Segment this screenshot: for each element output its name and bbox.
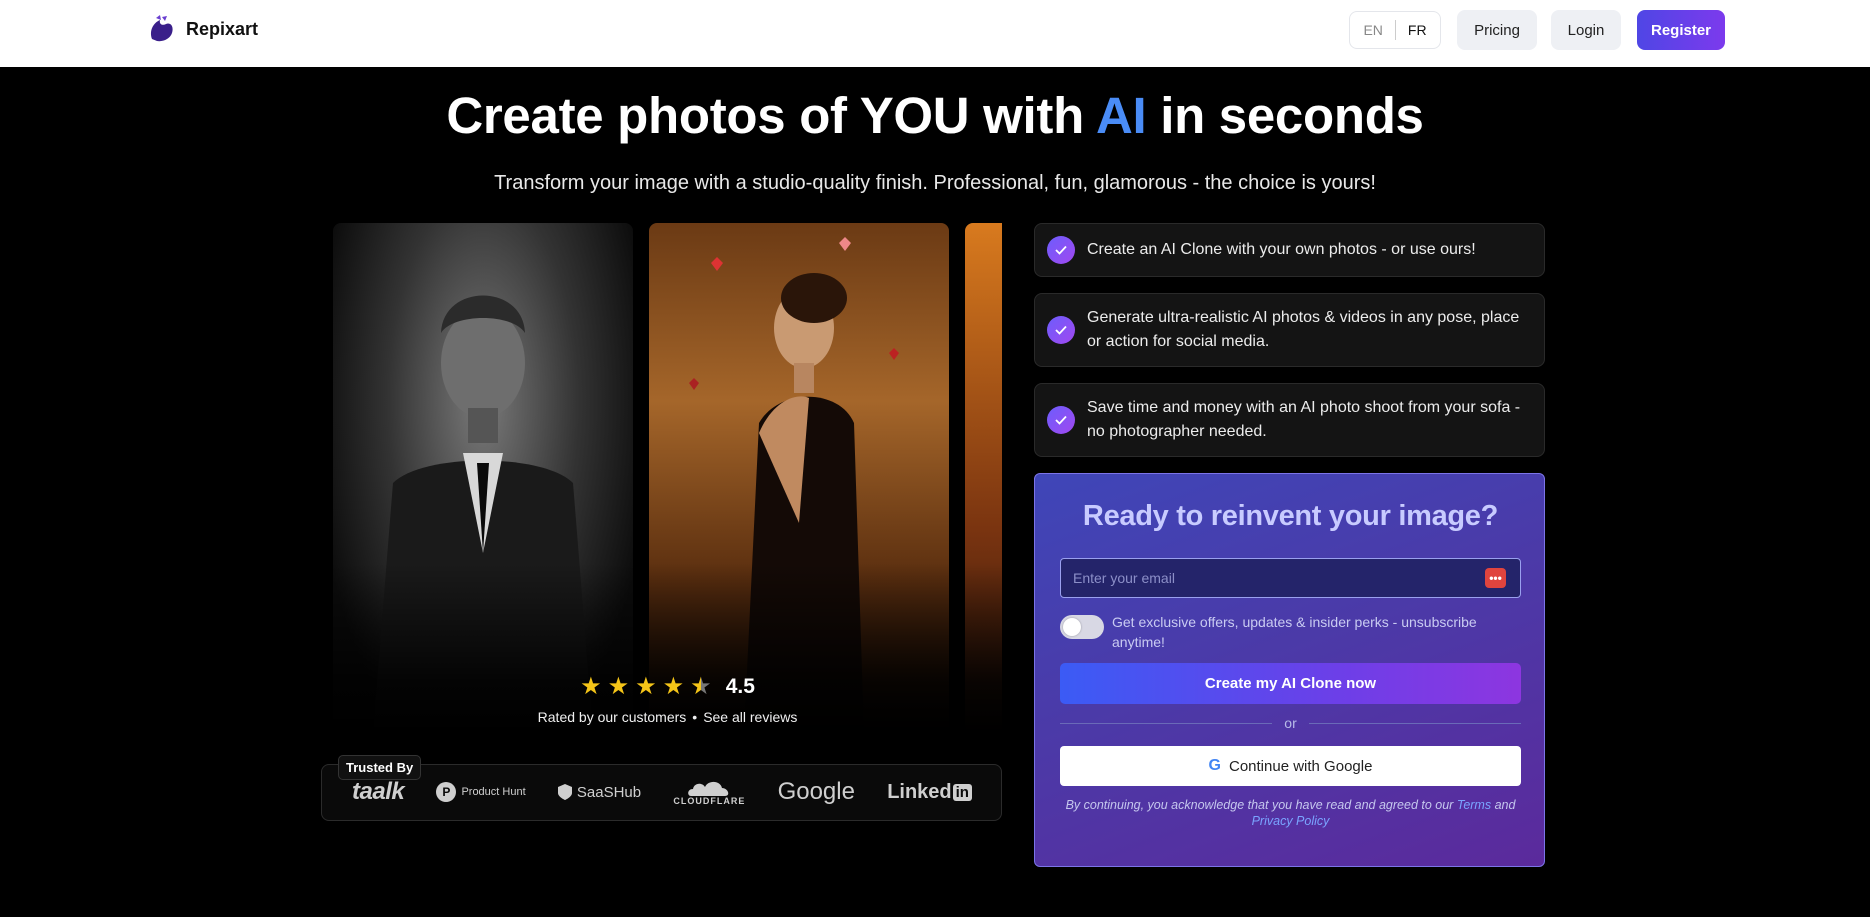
lang-divider <box>1394 20 1396 40</box>
producthunt-icon: P <box>436 782 457 802</box>
repixart-logo-icon <box>150 15 173 42</box>
or-text: or <box>1284 715 1297 731</box>
create-ai-clone-button[interactable]: Create my AI Clone now <box>1060 663 1521 704</box>
email-field-wrapper: ••• <box>1060 558 1521 598</box>
feature-text: Save time and money with an AI photo sho… <box>1087 399 1521 440</box>
logo-cloudflare: CLOUDFLARE <box>673 778 745 806</box>
feature-text: Create an AI Clone with your own photos … <box>1087 241 1476 258</box>
feature-text: Generate ultra-realistic AI photos & vid… <box>1087 309 1520 350</box>
logo-taalk: taalk <box>352 778 405 805</box>
legal-and: and <box>1494 798 1516 812</box>
optin-toggle[interactable] <box>1060 615 1104 639</box>
cloudflare-icon <box>688 781 729 796</box>
producthunt-text: Product Hunt <box>461 786 526 798</box>
logo-saashub: SaaSHub <box>557 783 642 801</box>
star-icon: ★ <box>607 673 630 700</box>
pricing-button[interactable]: Pricing <box>1457 10 1537 50</box>
divider-line <box>1308 722 1522 724</box>
register-button[interactable]: Register <box>1637 10 1725 50</box>
saashub-icon <box>557 784 572 800</box>
lang-fr[interactable]: FR <box>1408 22 1427 38</box>
google-button-label: Continue with Google <box>1229 757 1373 775</box>
hero-subtitle: Transform your image with a studio-quali… <box>494 172 1376 194</box>
photo-gallery <box>333 223 1002 733</box>
logo-producthunt: P Product Hunt <box>436 782 526 802</box>
hero-title-after: in seconds <box>1146 87 1424 144</box>
email-input[interactable] <box>1061 559 1481 597</box>
partner-logos: taalk P Product Hunt SaaSHub CLOUDFLARE … <box>352 778 972 806</box>
rating-separator: • <box>692 709 698 725</box>
check-icon <box>1047 236 1075 264</box>
privacy-policy-link[interactable]: Privacy Policy <box>1252 814 1330 828</box>
trusted-by-bar: Trusted By taalk P Product Hunt SaaSHub … <box>321 755 1002 821</box>
password-manager-icon[interactable]: ••• <box>1485 568 1506 588</box>
continue-with-google-button[interactable]: G Continue with Google <box>1060 746 1521 786</box>
legal-text: By continuing, you acknowledge that you … <box>1065 798 1454 812</box>
check-icon <box>1047 316 1075 344</box>
signup-title: Ready to reinvent your image? <box>1082 500 1499 532</box>
brand[interactable]: Repixart <box>146 14 258 44</box>
linkedin-icon: in <box>952 783 972 801</box>
hero-title-before: Create photos of YOU with <box>446 87 1096 144</box>
hero-title: Create photos of YOU with AI in seconds <box>0 86 1870 145</box>
trusted-by-label: Trusted By <box>338 755 422 780</box>
rating-block: ★ ★ ★ ★ ★ 4.5 Rated by our customers • See… <box>333 675 1002 726</box>
optin-row: Get exclusive offers, updates & insider … <box>1060 612 1521 652</box>
check-icon <box>1047 406 1075 434</box>
terms-link[interactable]: Terms <box>1457 798 1491 812</box>
logo-linkedin: Linked in <box>887 781 972 804</box>
cloudflare-text: CLOUDFLARE <box>673 796 746 806</box>
or-divider: or <box>1060 715 1522 731</box>
legal-notice: By continuing, you acknowledge that you … <box>1060 797 1521 829</box>
toggle-knob <box>1063 618 1081 636</box>
star-icon: ★ <box>635 673 657 700</box>
logo-google: Google <box>777 778 855 805</box>
login-button[interactable]: Login <box>1551 10 1621 50</box>
rating-stars: ★ ★ ★ ★ ★ 4.5 <box>333 675 1002 699</box>
rating-caption-row: Rated by our customers • See all reviews <box>333 709 1002 725</box>
feature-item: Create an AI Clone with your own photos … <box>1034 223 1545 277</box>
see-all-reviews-link[interactable]: See all reviews <box>703 709 797 725</box>
linkedin-text: Linked <box>887 780 952 803</box>
hero-title-highlight: AI <box>1095 87 1147 144</box>
half-star-icon: ★ <box>690 673 712 700</box>
lang-en[interactable]: EN <box>1363 22 1382 38</box>
feature-item: Generate ultra-realistic AI photos & vid… <box>1034 293 1545 367</box>
top-navigation-bar: Repixart EN FR Pricing Login Register <box>0 0 1870 67</box>
star-icon: ★ <box>580 673 602 700</box>
google-icon: G <box>1208 757 1221 774</box>
saashub-text: SaaSHub <box>576 783 642 801</box>
rating-caption: Rated by our customers <box>537 709 687 725</box>
optin-label: Get exclusive offers, updates & insider … <box>1112 614 1477 650</box>
signup-card: Ready to reinvent your image? ••• Get ex… <box>1034 473 1545 867</box>
divider-line <box>1060 722 1273 724</box>
brand-name: Repixart <box>186 18 259 39</box>
rating-value: 4.5 <box>725 675 755 698</box>
star-icon: ★ <box>662 673 685 700</box>
feature-item: Save time and money with an AI photo sho… <box>1034 383 1545 457</box>
language-switcher: EN FR <box>1349 11 1441 49</box>
